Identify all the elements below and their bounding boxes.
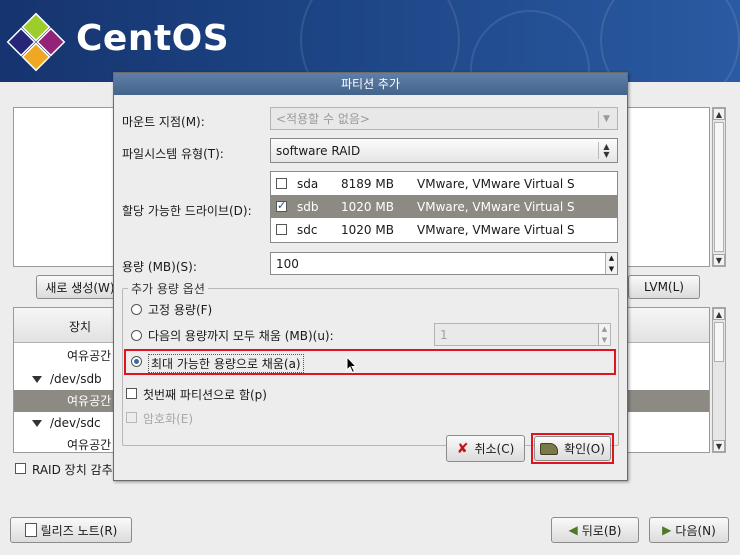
banner-swirl [600, 0, 740, 82]
scroll-up-icon[interactable]: ▲ [713, 108, 725, 120]
row-label: /dev/sdb [50, 372, 102, 386]
ok-button[interactable]: 확인(O) [534, 436, 611, 461]
drives-label: 할당 가능한 드라이브(D): [122, 204, 252, 218]
chevron-down-icon: ▼ [598, 111, 614, 128]
raid-hide-label: RAID 장치 감추 [32, 463, 113, 477]
drive-row-sda[interactable]: sda 8189 MB VMware, VMware Virtual S [271, 172, 617, 195]
drive-checkbox[interactable] [276, 224, 287, 235]
row-label: /dev/sdc [50, 416, 101, 430]
fill-upto-value: 1 [440, 327, 448, 342]
spin-arrows-icon[interactable]: ▲ ▼ [605, 253, 617, 274]
fs-type-value: software RAID [276, 143, 361, 158]
next-button[interactable]: ▶ 다음(N) [649, 517, 729, 543]
drive-size: 8189 MB [341, 176, 394, 191]
lvm-label: LVM(L) [644, 280, 684, 294]
drive-name: sda [297, 176, 319, 191]
ok-label: 확인(O) [564, 442, 605, 456]
drive-size: 1020 MB [341, 222, 394, 237]
fs-type-combo[interactable]: software RAID ▲ ▼ [270, 138, 618, 163]
encrypt-checkbox[interactable] [126, 412, 137, 423]
radio-fill-upto-label: 다음의 용량까지 모두 채움 (MB)(u): [148, 329, 334, 343]
drive-name: sdc [297, 222, 318, 237]
updown-arrows-icon: ▲ ▼ [598, 142, 614, 159]
centos-banner: CentOS [0, 0, 740, 82]
expander-icon[interactable] [32, 376, 42, 383]
radio-fill-max[interactable] [131, 356, 142, 367]
size-label: 용량 (MB)(S): [122, 260, 197, 274]
back-label: 뒤로(B) [581, 523, 622, 538]
drive-checkbox[interactable] [276, 199, 287, 212]
drive-row-sdc[interactable]: sdc 1020 MB VMware, VMware Virtual S [271, 218, 617, 241]
arrow-left-icon: ◀ [568, 523, 578, 537]
raid-hide-checkbox[interactable] [15, 463, 26, 474]
fill-upto-spinbutton[interactable]: 1 ▲ ▼ [434, 323, 611, 346]
centos-logo-icon [6, 12, 66, 72]
spin-arrows-icon[interactable]: ▲ ▼ [598, 324, 610, 345]
radio-fill-upto[interactable] [131, 330, 142, 341]
brand-name: CentOS [76, 18, 230, 59]
scrollbar-thumb[interactable] [714, 322, 724, 362]
dialog-title: 파티션 추가 [114, 73, 627, 95]
drive-list: sda 8189 MB VMware, VMware Virtual S sdb… [270, 171, 618, 243]
drive-model: VMware, VMware Virtual S [417, 222, 575, 237]
close-icon: ✘ [456, 440, 469, 457]
release-notes-button[interactable]: 릴리즈 노트(R) [10, 517, 132, 543]
back-button[interactable]: ◀ 뒤로(B) [551, 517, 639, 543]
scrollbar-thumb[interactable] [714, 122, 724, 252]
drive-name: sdb [297, 199, 319, 214]
radio-fixed-size[interactable] [131, 304, 142, 315]
drive-checkbox[interactable] [276, 178, 287, 189]
column-header-device[interactable]: 장치 [69, 318, 91, 335]
cancel-label: 취소(C) [474, 442, 515, 456]
mount-point-value: <적용할 수 없음> [276, 112, 370, 126]
release-notes-label: 릴리즈 노트(R) [40, 523, 118, 538]
encrypt-label: 암호화(E) [143, 412, 194, 426]
lvm-button[interactable]: LVM(L) [628, 275, 700, 299]
row-label: 여유공간 [67, 349, 112, 363]
size-value: 100 [276, 256, 299, 271]
options-legend: 추가 용량 옵션 [128, 280, 208, 297]
scroll-up-icon[interactable]: ▲ [713, 308, 725, 320]
drive-model: VMware, VMware Virtual S [417, 199, 575, 214]
mount-point-label: 마운트 지점(M): [122, 115, 205, 129]
row-label: 여유공간 [67, 438, 112, 452]
mouse-cursor-icon [346, 356, 358, 374]
document-icon [24, 523, 37, 537]
hand-ok-icon [540, 442, 559, 455]
expander-icon[interactable] [32, 420, 42, 427]
drive-row-sdb[interactable]: sdb 1020 MB VMware, VMware Virtual S [271, 195, 617, 218]
add-partition-dialog: 파티션 추가 마운트 지점(M): <적용할 수 없음> ▼ 파일시스템 유형(… [113, 72, 628, 481]
primary-partition-label: 첫번째 파티션으로 함(p) [143, 388, 267, 402]
lower-scrollbar[interactable]: ▲ ▼ [712, 307, 726, 453]
scroll-down-icon[interactable]: ▼ [713, 440, 725, 452]
create-partition-button[interactable]: 새로 생성(W) [36, 275, 124, 299]
drive-model: VMware, VMware Virtual S [417, 176, 575, 191]
radio-fill-max-label: 최대 가능한 용량으로 채움(a) [148, 354, 304, 373]
drive-size: 1020 MB [341, 199, 394, 214]
mount-point-combo[interactable]: <적용할 수 없음> ▼ [270, 107, 618, 130]
radio-fixed-label: 고정 용량(F) [148, 303, 213, 317]
fs-type-label: 파일시스템 유형(T): [122, 147, 224, 161]
next-label: 다음(N) [675, 523, 716, 538]
banner-swirl [300, 0, 460, 82]
arrow-right-icon: ▶ [662, 523, 672, 537]
row-label: 여유공간 [67, 394, 112, 408]
primary-partition-checkbox[interactable] [126, 388, 137, 399]
cancel-button[interactable]: ✘ 취소(C) [446, 435, 525, 462]
scroll-down-icon[interactable]: ▼ [713, 254, 725, 266]
size-spinbutton[interactable]: 100 ▲ ▼ [270, 252, 618, 275]
upper-scrollbar[interactable]: ▲ ▼ [712, 107, 726, 267]
create-partition-label: 새로 생성(W) [45, 280, 115, 295]
